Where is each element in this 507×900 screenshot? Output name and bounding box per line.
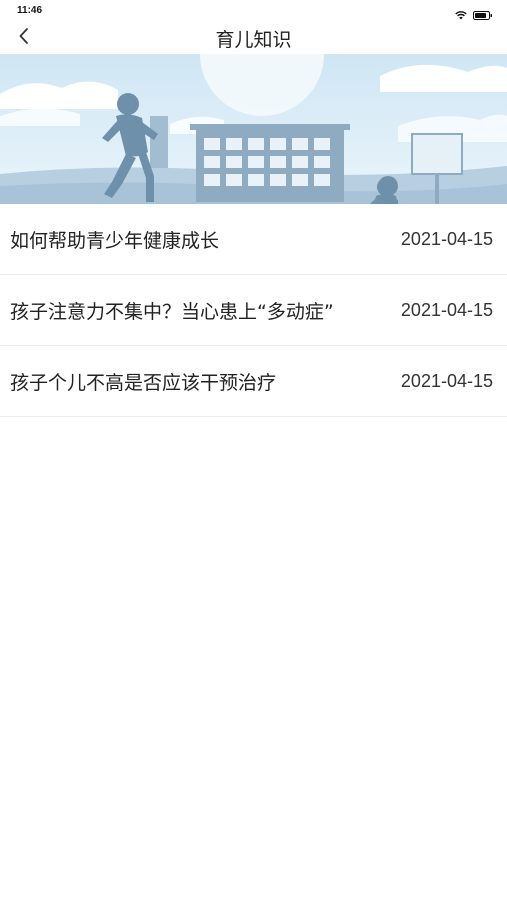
article-list: 如何帮助青少年健康成长 2021-04-15 孩子注意力不集中？当心患上“多动症…: [0, 204, 507, 417]
article-date: 2021-04-15: [400, 299, 493, 320]
article-title: 如何帮助青少年健康成长: [10, 229, 220, 252]
article-date: 2021-04-15: [400, 370, 493, 391]
article-date: 2021-04-15: [400, 228, 493, 249]
status-bar: 11:46: [0, 0, 507, 22]
banner-image[interactable]: [0, 54, 507, 204]
article-title: 孩子注意力不集中？当心患上“多动症”: [10, 300, 334, 323]
page-title: 育儿知识: [215, 29, 292, 51]
chevron-left-icon: [17, 26, 31, 50]
status-time: 11:46: [17, 5, 43, 16]
list-item[interactable]: 如何帮助青少年健康成长 2021-04-15: [0, 204, 507, 275]
list-item[interactable]: 孩子个儿不高是否应该干预治疗 2021-04-15: [0, 346, 507, 417]
list-item[interactable]: 孩子注意力不集中？当心患上“多动症” 2021-04-15: [0, 275, 507, 346]
back-button[interactable]: [6, 22, 42, 54]
article-title: 孩子个儿不高是否应该干预治疗: [10, 371, 277, 394]
nav-bar: 育儿知识: [0, 22, 507, 54]
